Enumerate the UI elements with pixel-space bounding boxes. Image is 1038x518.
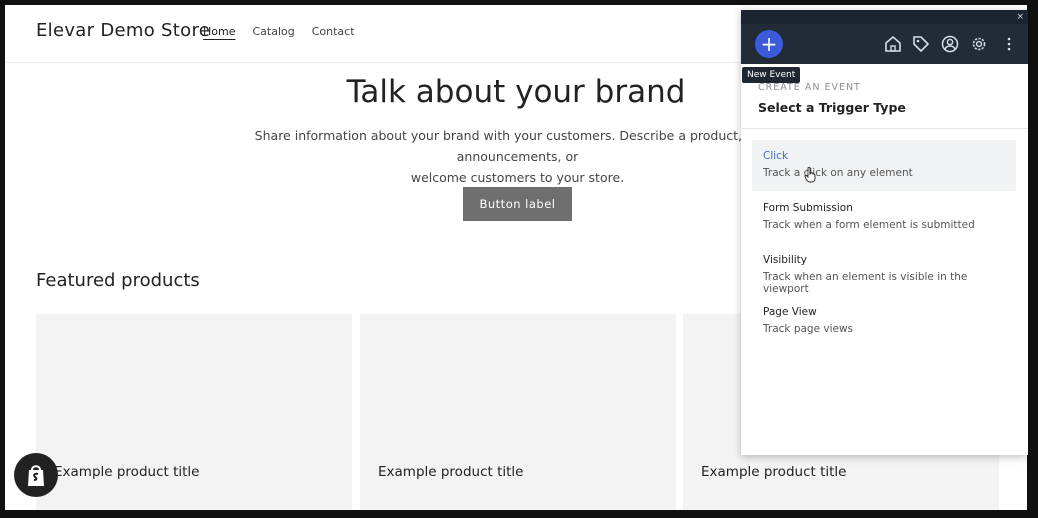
option-title: Form Submission	[763, 202, 853, 214]
option-description: Track page views	[763, 323, 854, 335]
product-card[interactable]: Example product title	[360, 314, 676, 510]
hero-desc-line-2: welcome customers to your store.	[410, 170, 625, 185]
hand-cursor-icon	[804, 167, 816, 183]
close-icon[interactable]: ×	[1016, 10, 1024, 24]
trigger-option-visibility[interactable]: Visibility Track when an element is visi…	[752, 244, 1016, 295]
panel-topbar: ×	[741, 10, 1028, 24]
trigger-option-click[interactable]: Click Track a click on any element	[752, 140, 1016, 191]
product-title[interactable]: Example product title	[54, 464, 199, 480]
panel-header: +	[741, 24, 1028, 64]
option-title: Click	[763, 150, 789, 162]
new-event-button[interactable]: +	[755, 30, 783, 58]
nav-catalog[interactable]: Catalog	[252, 25, 294, 38]
gear-icon[interactable]	[970, 35, 988, 53]
shopify-bag-icon[interactable]	[14, 453, 58, 497]
new-event-tooltip: New Event	[742, 67, 801, 83]
more-icon[interactable]	[1000, 35, 1018, 53]
trigger-option-page-view[interactable]: Page View Track page views	[752, 296, 1016, 347]
hero-button[interactable]: Button label	[463, 187, 572, 221]
hero-desc-line-1: Share information about your brand with …	[254, 128, 781, 164]
option-description: Track a click on any element	[763, 167, 913, 179]
main-nav: Home Catalog Contact	[203, 25, 355, 38]
product-title[interactable]: Example product title	[378, 464, 523, 480]
trigger-type-heading: Select a Trigger Type	[758, 100, 906, 115]
nav-contact[interactable]: Contact	[312, 25, 355, 38]
featured-products-heading: Featured products	[36, 270, 200, 291]
home-icon[interactable]	[884, 35, 902, 53]
option-title: Visibility	[763, 254, 808, 266]
option-title: Page View	[763, 306, 817, 318]
store-name[interactable]: Elevar Demo Store	[36, 20, 210, 41]
product-card[interactable]: Example product title	[36, 314, 352, 510]
divider	[741, 128, 1028, 129]
trigger-option-form-submission[interactable]: Form Submission Track when a form elemen…	[752, 192, 1016, 243]
option-description: Track when a form element is submitted	[763, 219, 975, 231]
hero-description: Share information about your brand with …	[245, 125, 790, 188]
create-event-label: CREATE AN EVENT	[758, 82, 861, 93]
user-icon[interactable]	[941, 35, 959, 53]
product-title[interactable]: Example product title	[701, 464, 846, 480]
tag-icon[interactable]	[912, 35, 930, 53]
option-description: Track when an element is visible in the …	[763, 271, 968, 295]
nav-home[interactable]: Home	[203, 25, 235, 38]
